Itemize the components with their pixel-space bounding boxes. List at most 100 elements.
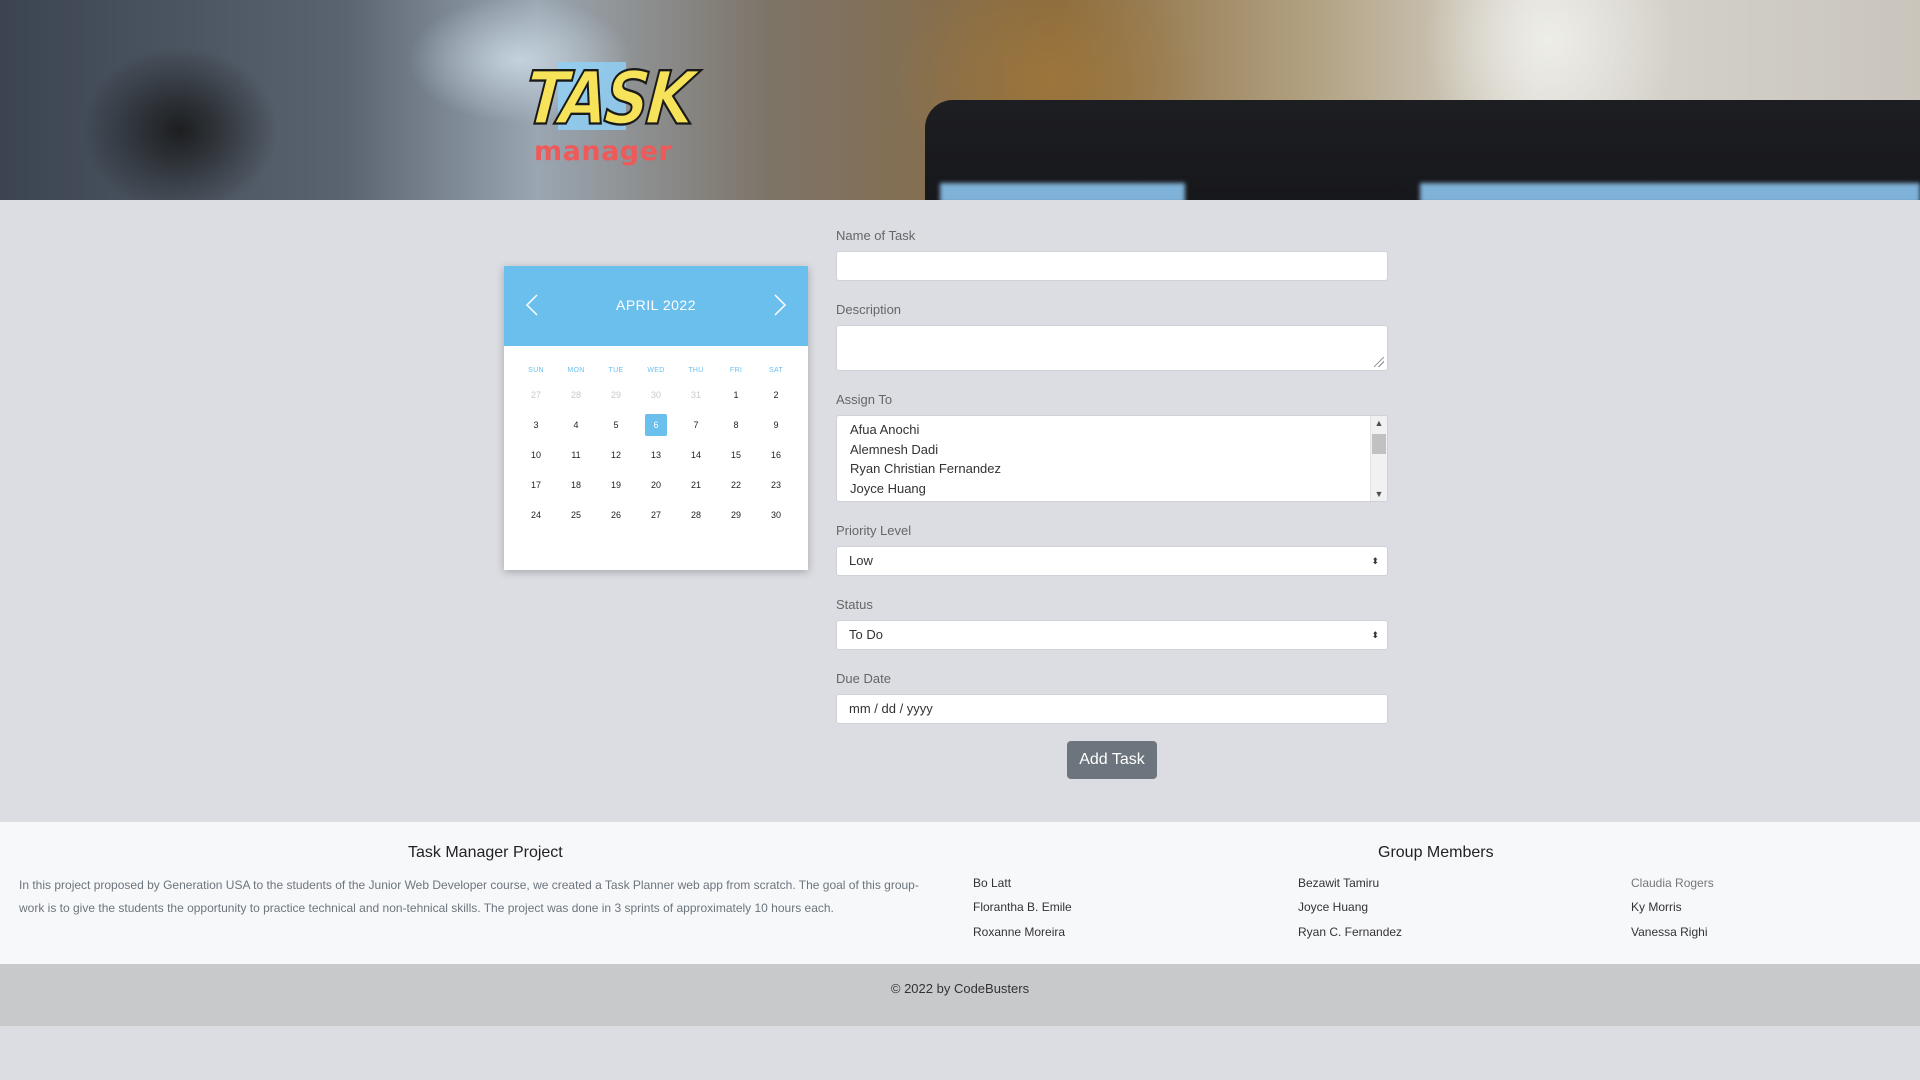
calendar-weekday-label: SUN <box>528 367 544 374</box>
calendar-day-number: 4 <box>573 420 579 430</box>
priority-select[interactable]: Low ⬍ <box>836 546 1388 576</box>
calendar-day-number: 14 <box>690 450 701 460</box>
assign-to-listbox[interactable]: Afua Anochi Alemnesh Dadi Ryan Christian… <box>836 415 1388 502</box>
calendar-day-number: 5 <box>613 420 619 430</box>
calendar-day[interactable]: 23 <box>756 470 796 500</box>
calendar-day[interactable]: 30 <box>636 380 676 410</box>
calendar-day[interactable]: 7 <box>676 410 716 440</box>
calendar-day-number: 28 <box>570 390 581 400</box>
due-date-input[interactable]: mm / dd / yyyy <box>836 694 1388 724</box>
calendar-day[interactable]: 27 <box>636 500 676 530</box>
calendar-month-label: APRIL 2022 <box>616 297 696 313</box>
status-select[interactable]: To Do ⬍ <box>836 620 1388 650</box>
calendar-day[interactable]: 22 <box>716 470 756 500</box>
calendar-day[interactable]: 26 <box>596 500 636 530</box>
listbox-scrollbar[interactable]: ▲ ▼ <box>1370 416 1387 501</box>
calendar-day-number: 27 <box>530 390 541 400</box>
scroll-up-icon[interactable]: ▲ <box>1371 416 1387 430</box>
calendar-day[interactable]: 17 <box>516 470 556 500</box>
calendar-day-number: 30 <box>770 510 781 520</box>
calendar-day[interactable]: 25 <box>556 500 596 530</box>
calendar-header: APRIL 2022 <box>504 266 808 346</box>
calendar-day[interactable]: 27 <box>516 380 556 410</box>
calendar-day[interactable]: 5 <box>596 410 636 440</box>
background-screen-glow <box>1420 183 1920 200</box>
calendar-day-selected[interactable]: 6 <box>636 410 676 440</box>
add-task-button[interactable]: Add Task <box>1067 741 1157 779</box>
calendar-day-number: 6 <box>645 414 667 436</box>
calendar-day[interactable]: 28 <box>676 500 716 530</box>
calendar-day[interactable]: 12 <box>596 440 636 470</box>
calendar-day[interactable]: 31 <box>676 380 716 410</box>
calendar-day[interactable]: 3 <box>516 410 556 440</box>
task-name-label: Name of Task <box>836 228 916 243</box>
status-value: To Do <box>849 627 883 642</box>
calendar-day-number: 19 <box>610 480 621 490</box>
calendar-weekday-label: TUE <box>608 367 624 374</box>
assignee-option[interactable]: Ryan Christian Fernandez <box>837 459 1387 479</box>
calendar-day[interactable]: 1 <box>716 380 756 410</box>
footer-info: Task Manager Project In this project pro… <box>0 822 1920 964</box>
calendar-day[interactable]: 8 <box>716 410 756 440</box>
calendar-day[interactable]: 11 <box>556 440 596 470</box>
calendar-day[interactable]: 2 <box>756 380 796 410</box>
status-label: Status <box>836 597 873 612</box>
calendar-grid: SUN MON TUE WED THU FRI SAT 27 28 29 30 31 1 2 3 4 5 6 7 8 9… <box>516 362 796 530</box>
calendar-day-number: 10 <box>530 450 541 460</box>
calendar-day[interactable]: 13 <box>636 440 676 470</box>
calendar-day-number: 31 <box>690 390 701 400</box>
next-month-button[interactable] <box>764 290 794 320</box>
calendar-day[interactable]: 24 <box>516 500 556 530</box>
copyright-text: © 2022 by CodeBusters <box>890 981 1030 996</box>
description-textarea[interactable] <box>836 325 1388 371</box>
member-name: Bezawit Tamiru <box>1298 876 1380 890</box>
calendar-day-number: 29 <box>730 510 741 520</box>
assignee-option[interactable]: Alemnesh Dadi <box>837 440 1387 460</box>
scrollbar-thumb[interactable] <box>1372 434 1386 454</box>
calendar-day[interactable]: 20 <box>636 470 676 500</box>
member-name: Ryan C. Fernandez <box>1298 925 1403 939</box>
calendar-weekday-label: MON <box>567 367 585 374</box>
calendar-day[interactable]: 21 <box>676 470 716 500</box>
calendar-day-number: 18 <box>570 480 581 490</box>
due-date-placeholder: mm / dd / yyyy <box>849 701 933 716</box>
calendar-day-number: 11 <box>571 450 581 460</box>
calendar-day-number: 23 <box>770 480 781 490</box>
member-name: Claudia Rogers <box>1631 876 1714 890</box>
calendar-day[interactable]: 10 <box>516 440 556 470</box>
resize-handle-icon[interactable] <box>1374 357 1384 367</box>
calendar-weekday-label: WED <box>647 367 665 374</box>
calendar-day-number: 7 <box>693 420 699 430</box>
assignee-option[interactable]: Joyce Huang <box>837 479 1387 499</box>
member-name: Joyce Huang <box>1298 900 1369 914</box>
background-screen-glow <box>940 183 1185 200</box>
assignee-option[interactable]: Afua Anochi <box>837 420 1387 440</box>
task-name-input[interactable] <box>836 251 1388 281</box>
calendar-day[interactable]: 15 <box>716 440 756 470</box>
scroll-down-icon[interactable]: ▼ <box>1371 487 1387 501</box>
calendar-day-number: 17 <box>530 480 541 490</box>
member-name: Bo Latt <box>973 876 1012 890</box>
priority-value: Low <box>849 553 873 568</box>
calendar-day-number: 28 <box>690 510 701 520</box>
calendar-day-number: 1 <box>733 390 739 400</box>
calendar-day-number: 2 <box>773 390 779 400</box>
calendar-day[interactable]: 16 <box>756 440 796 470</box>
calendar-day-number: 12 <box>610 450 621 460</box>
calendar-day[interactable]: 19 <box>596 470 636 500</box>
calendar-day-number: 24 <box>530 510 541 520</box>
calendar-day-number: 20 <box>650 480 661 490</box>
calendar-day[interactable]: 30 <box>756 500 796 530</box>
member-name: Vanessa Righi <box>1631 925 1708 939</box>
calendar-day[interactable]: 9 <box>756 410 796 440</box>
calendar-day[interactable]: 28 <box>556 380 596 410</box>
calendar-day-number: 29 <box>610 390 621 400</box>
calendar-day[interactable]: 18 <box>556 470 596 500</box>
member-name: Roxanne Moreira <box>973 925 1066 939</box>
calendar-day[interactable]: 29 <box>716 500 756 530</box>
calendar-day[interactable]: 29 <box>596 380 636 410</box>
calendar-day[interactable]: 4 <box>556 410 596 440</box>
calendar-day-number: 22 <box>730 480 741 490</box>
calendar-day[interactable]: 14 <box>676 440 716 470</box>
calendar-day-number: 13 <box>650 450 661 460</box>
